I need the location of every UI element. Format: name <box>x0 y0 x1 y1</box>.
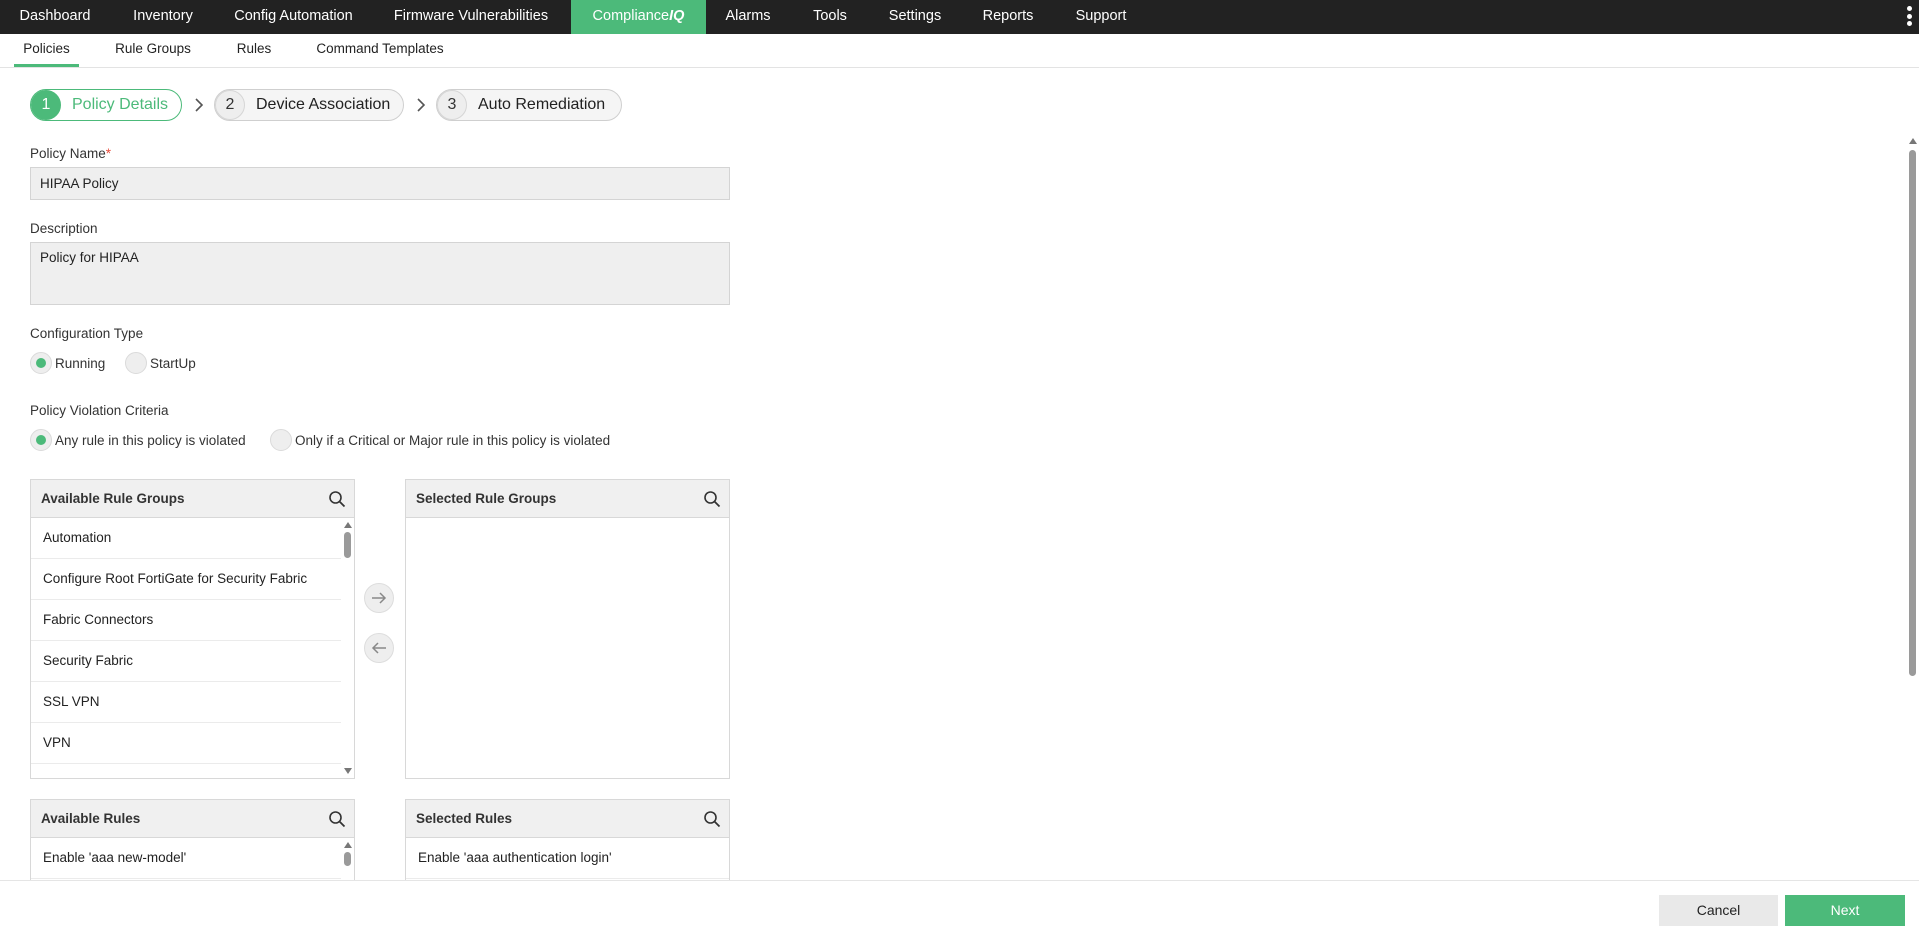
available-rule-groups-panel: Available Rule Groups Automation Configu… <box>30 479 355 779</box>
required-mark: * <box>105 146 112 161</box>
radio-selected-icon <box>30 352 52 374</box>
subnav-rule-groups[interactable]: Rule Groups <box>108 34 198 67</box>
scroll-down-icon[interactable] <box>344 768 352 774</box>
description-textarea[interactable]: Policy for HIPAA <box>30 242 730 305</box>
radio-selected-icon <box>30 429 52 451</box>
chevron-right-icon <box>195 98 204 112</box>
nav-firmware-vulnerabilities[interactable]: Firmware Vulnerabilities <box>371 0 571 34</box>
list-item[interactable]: Fabric Connectors <box>31 600 341 641</box>
panel-header: Selected Rules <box>406 800 729 838</box>
nav-alarms[interactable]: Alarms <box>706 0 790 34</box>
scroll-up-icon[interactable] <box>344 522 352 528</box>
subnav-rules[interactable]: Rules <box>228 34 280 67</box>
nav-compliance-iq[interactable]: ComplianceIQ <box>571 0 706 34</box>
list-item[interactable]: Enable 'aaa new-model' <box>31 838 341 879</box>
panel-title: Selected Rules <box>416 811 513 826</box>
policy-name-label-text: Policy Name <box>30 146 106 161</box>
list-item[interactable]: VPN <box>31 723 341 764</box>
configuration-type-label: Configuration Type <box>30 326 144 341</box>
search-icon[interactable] <box>328 490 346 508</box>
cancel-button[interactable]: Cancel <box>1659 895 1778 926</box>
wizard-step-auto-remediation[interactable]: 3 Auto Remediation <box>436 89 622 121</box>
radio-critical-major-label: Only if a Critical or Major rule in this… <box>295 432 611 448</box>
arrow-right-icon <box>372 592 387 604</box>
violation-criteria-label: Policy Violation Criteria <box>30 403 169 418</box>
subnav-command-templates[interactable]: Command Templates <box>308 34 452 67</box>
list-item[interactable]: Security Fabric <box>31 641 341 682</box>
more-options-icon[interactable] <box>1907 6 1913 28</box>
form-footer: Cancel Next <box>0 880 1919 938</box>
radio-any-rule-violated[interactable]: Any rule in this policy is violated <box>30 429 246 451</box>
next-button[interactable]: Next <box>1785 895 1905 926</box>
search-icon[interactable] <box>328 810 346 828</box>
step-number: 3 <box>437 90 467 120</box>
top-navigation-bar: Dashboard Inventory Config Automation Fi… <box>0 0 1919 34</box>
nav-reports[interactable]: Reports <box>960 0 1056 34</box>
panel-header: Available Rules <box>31 800 354 838</box>
step-label: Device Association <box>256 96 391 113</box>
panel-header: Available Rule Groups <box>31 480 354 518</box>
subnav-policies[interactable]: Policies <box>14 34 79 67</box>
search-icon[interactable] <box>703 810 721 828</box>
radio-unselected-icon <box>270 429 292 451</box>
step-label: Policy Details <box>72 96 169 113</box>
search-icon[interactable] <box>703 490 721 508</box>
page-scrollbar[interactable] <box>1906 136 1919 880</box>
scroll-thumb[interactable] <box>344 852 351 866</box>
description-label: Description <box>30 221 98 236</box>
radio-unselected-icon <box>125 352 147 374</box>
list-item[interactable]: Configure Root FortiGate for Security Fa… <box>31 559 341 600</box>
sub-navigation-bar: Policies Rule Groups Rules Command Templ… <box>0 34 1919 68</box>
wizard-step-device-association[interactable]: 2 Device Association <box>214 89 404 121</box>
radio-critical-major-violated[interactable]: Only if a Critical or Major rule in this… <box>270 429 610 451</box>
radio-running[interactable]: Running <box>30 352 105 374</box>
scroll-up-icon[interactable] <box>1909 138 1917 144</box>
nav-tools[interactable]: Tools <box>790 0 870 34</box>
arrow-left-icon <box>371 642 386 654</box>
nav-inventory[interactable]: Inventory <box>110 0 216 34</box>
radio-startup-label: StartUp <box>150 355 196 371</box>
nav-config-automation[interactable]: Config Automation <box>216 0 371 34</box>
wizard-step-policy-details[interactable]: 1 Policy Details <box>30 89 182 121</box>
policy-name-input[interactable]: HIPAA Policy <box>30 167 730 200</box>
nav-compliance-suffix: IQ <box>669 8 685 24</box>
nav-support[interactable]: Support <box>1056 0 1146 34</box>
scroll-thumb[interactable] <box>344 532 351 558</box>
nav-dashboard[interactable]: Dashboard <box>0 0 110 34</box>
panel-title: Available Rules <box>41 811 141 826</box>
selected-rule-groups-panel: Selected Rule Groups <box>405 479 730 779</box>
step-number: 2 <box>215 90 245 120</box>
policy-name-label: Policy Name* <box>30 146 111 161</box>
panel-title: Available Rule Groups <box>41 491 185 506</box>
radio-running-label: Running <box>55 355 106 371</box>
radio-any-rule-label: Any rule in this policy is violated <box>55 432 246 448</box>
available-rule-groups-list: Automation Configure Root FortiGate for … <box>31 518 341 778</box>
step-number: 1 <box>31 90 61 120</box>
scroll-thumb[interactable] <box>1909 150 1916 676</box>
panel-header: Selected Rule Groups <box>406 480 729 518</box>
list-scrollbar[interactable] <box>341 518 354 778</box>
nav-settings[interactable]: Settings <box>870 0 960 34</box>
list-item[interactable]: Automation <box>31 518 341 559</box>
chevron-right-icon <box>417 98 426 112</box>
nav-compliance-label: Compliance <box>592 8 670 24</box>
move-right-button[interactable] <box>364 583 394 613</box>
list-item[interactable]: Enable 'aaa authentication login' <box>406 838 729 879</box>
list-item[interactable]: SSL VPN <box>31 682 341 723</box>
panel-title: Selected Rule Groups <box>416 491 557 506</box>
radio-startup[interactable]: StartUp <box>125 352 196 374</box>
scroll-up-icon[interactable] <box>344 842 352 848</box>
move-left-button[interactable] <box>364 633 394 663</box>
step-label: Auto Remediation <box>478 96 606 113</box>
